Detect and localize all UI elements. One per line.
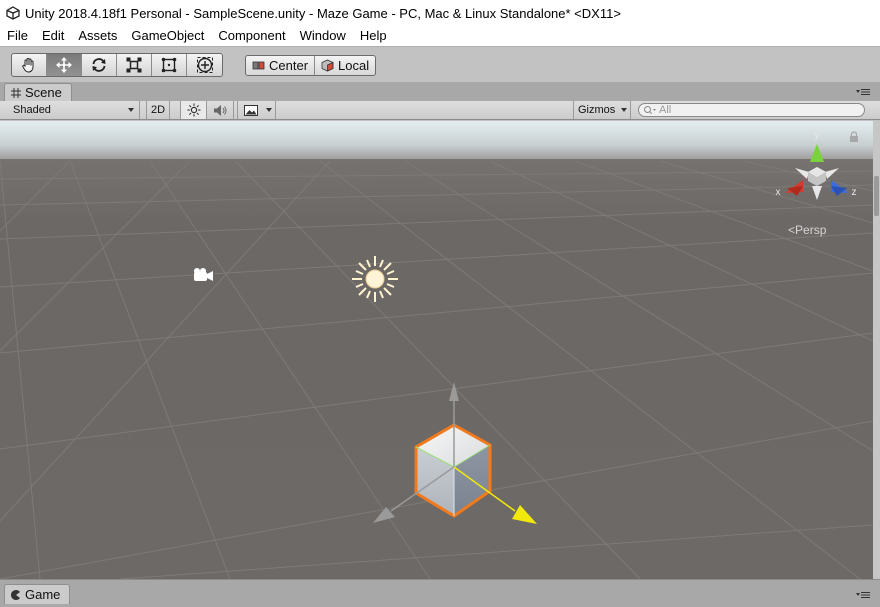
pivot-rotation-button[interactable]: Local <box>315 56 375 75</box>
move-tool-button[interactable] <box>47 54 82 76</box>
gizmos-dropdown[interactable]: Gizmos <box>573 101 631 119</box>
chevron-down-icon <box>128 108 134 112</box>
menu-component[interactable]: Component <box>211 26 292 46</box>
move-arrows-icon <box>56 57 72 73</box>
scale-tool-button[interactable] <box>117 54 152 76</box>
menu-file[interactable]: File <box>0 26 35 46</box>
scene-view-toolbar: Shaded 2D Gizmos All <box>0 101 880 120</box>
speaker-icon <box>213 104 226 116</box>
scene-audio-toggle[interactable] <box>207 101 234 119</box>
rotate-icon <box>92 58 106 72</box>
menu-bar: File Edit Assets GameObject Component Wi… <box>0 26 880 46</box>
rect-transform-icon <box>161 57 177 73</box>
scene-tab-strip: Scene <box>0 82 880 101</box>
main-toolbar: Center Local <box>0 46 880 82</box>
tab-game-label: Game <box>25 587 61 602</box>
transform-icon <box>196 57 213 73</box>
scene-lighting-toggle[interactable] <box>180 101 207 119</box>
persp-chevron-icon: < <box>788 223 796 237</box>
title-bar: Unity 2018.4.18f1 Personal - SampleScene… <box>0 0 880 26</box>
scene-effects-dropdown[interactable] <box>237 101 276 119</box>
pivot-rotation-label: Local <box>338 58 370 73</box>
pane-options-icon[interactable] <box>856 87 870 97</box>
tab-scene[interactable]: Scene <box>4 83 72 101</box>
2d-mode-label: 2D <box>150 104 166 116</box>
shading-mode-dropdown[interactable]: Shaded <box>6 101 140 119</box>
projection-toggle[interactable]: <Persp <box>788 223 826 237</box>
skybox <box>0 121 873 165</box>
transform-tools <box>11 53 223 77</box>
shading-mode-value: Shaded <box>13 104 51 116</box>
scene-canvas[interactable]: y x z <box>0 121 873 579</box>
z-axis-label: z <box>852 187 857 198</box>
unity-editor-window: Unity 2018.4.18f1 Personal - SampleScene… <box>0 0 880 607</box>
scale-icon <box>126 57 142 73</box>
image-icon <box>244 104 258 116</box>
sun-icon <box>187 103 200 117</box>
rect-tool-button[interactable] <box>152 54 187 76</box>
scene-search-input[interactable]: All <box>638 103 865 117</box>
x-axis-label: x <box>776 187 781 198</box>
gizmos-label: Gizmos <box>578 104 616 116</box>
unity-logo-icon <box>6 6 20 20</box>
y-axis-label: y <box>815 130 820 141</box>
menu-help[interactable]: Help <box>353 26 394 46</box>
pacman-icon <box>11 589 20 600</box>
game-tab-strip: Game <box>0 579 880 607</box>
hand-icon <box>22 58 34 73</box>
window-title: Unity 2018.4.18f1 Personal - SampleScene… <box>25 5 621 21</box>
pivot-center-icon <box>252 61 265 70</box>
menu-assets[interactable]: Assets <box>71 26 124 46</box>
rotate-tool-button[interactable] <box>82 54 117 76</box>
vertical-scrollbar[interactable] <box>873 121 880 579</box>
pivot-center-button[interactable]: Center <box>246 56 316 75</box>
hash-grid-icon <box>11 87 21 98</box>
scene-viewport[interactable]: y x z <Persp <box>0 121 873 579</box>
menu-window[interactable]: Window <box>293 26 353 46</box>
search-icon <box>644 106 656 115</box>
pane-options-icon[interactable] <box>856 590 870 600</box>
chevron-down-icon <box>621 108 627 112</box>
pivot-toggles: Center Local <box>245 55 377 76</box>
menu-edit[interactable]: Edit <box>35 26 71 46</box>
projection-label: Persp <box>795 223 827 237</box>
chevron-down-icon <box>266 108 272 112</box>
tab-game[interactable]: Game <box>4 584 70 604</box>
menu-gameobject[interactable]: GameObject <box>124 26 211 46</box>
hand-tool-button[interactable] <box>12 54 47 76</box>
pivot-center-label: Center <box>269 58 309 73</box>
2d-mode-button[interactable]: 2D <box>146 101 170 119</box>
scene-search-placeholder: All <box>659 104 672 116</box>
tab-scene-label: Scene <box>25 85 62 100</box>
scrollbar-thumb[interactable] <box>874 176 879 216</box>
transform-tool-button[interactable] <box>187 54 222 76</box>
local-cube-icon <box>321 59 334 72</box>
